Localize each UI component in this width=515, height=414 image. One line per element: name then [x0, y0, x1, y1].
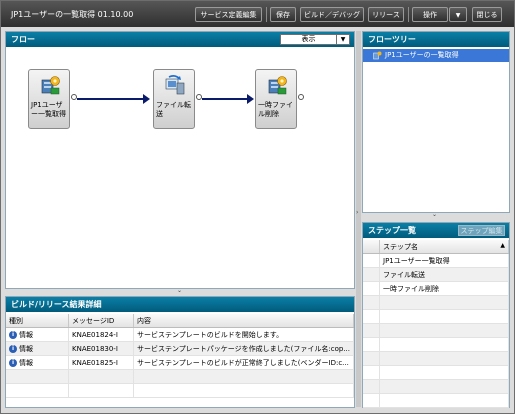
arrow-right-icon: [143, 94, 150, 104]
row-marker: [363, 253, 380, 268]
title-bar: JP1ユーザーの一覧取得 01.10.00 サービス定義編集 保存 ビルド／デバ…: [1, 1, 514, 27]
step-list-header: ステップ一覧 ステップ編集: [363, 223, 509, 238]
message-id-cell: KNAE01830-I: [68, 341, 134, 356]
column-header-type[interactable]: 種別: [6, 314, 69, 328]
service-definition-edit-button[interactable]: サービス定義編集: [195, 7, 262, 22]
column-header-content[interactable]: 内容: [133, 314, 354, 328]
operation-dropdown-icon[interactable]: ▼: [449, 7, 467, 22]
vertical-splitter[interactable]: ›: [356, 31, 361, 407]
release-button[interactable]: リリース: [368, 7, 404, 22]
table-row[interactable]: i 情報 KNAE01824-I サービステンプレートのビルドを開始します。: [6, 327, 354, 342]
type-label: 情報: [19, 358, 33, 367]
sort-ascending-icon[interactable]: ▲: [500, 242, 505, 249]
column-header-label: ステップ名: [383, 242, 418, 251]
flow-panel-title: フロー: [11, 35, 35, 44]
tree-item-label: JP1ユーザーの一覧取得: [385, 51, 459, 59]
empty-row: [6, 383, 354, 398]
flow-connector: [77, 98, 145, 100]
server-gear-icon: [41, 76, 60, 95]
type-label: 情報: [19, 330, 33, 339]
message-id-cell: KNAE01825-I: [68, 355, 134, 370]
flow-tree-header: フローツリー: [363, 32, 509, 47]
table-row[interactable]: i 情報 KNAE01830-I サービステンプレートパッケージを作成しました(フ…: [6, 341, 354, 356]
step-edit-button[interactable]: ステップ編集: [458, 225, 505, 236]
row-marker-header: [363, 240, 380, 254]
tree-item-jp1-user-list[interactable]: JP1ユーザーの一覧取得: [363, 49, 509, 62]
flow-tree-panel: フローツリー JP1ユーザーの一覧取得: [362, 31, 510, 213]
info-icon: i: [9, 344, 17, 353]
build-result-title: ビルド/リリース結果詳細: [11, 300, 102, 309]
empty-row: [363, 379, 509, 394]
flow-node-file-transfer[interactable]: ファイル転送: [153, 69, 195, 129]
empty-row: [363, 365, 509, 380]
flow-tree-title: フローツリー: [368, 35, 416, 44]
table-header-row: ステップ名 ▲: [363, 240, 509, 254]
flow-node-label: JP1ユーザー一覧取得: [31, 101, 66, 118]
content-cell: サービステンプレートパッケージを作成しました(ファイル名:cop...: [133, 341, 354, 356]
view-combo-label: 表示: [301, 35, 316, 43]
toolbar-separator: [266, 7, 267, 22]
build-result-header: ビルド/リリース結果詳細: [6, 297, 354, 312]
step-name-cell: 一時ファイル削除: [379, 281, 509, 296]
column-header-message-id[interactable]: メッセージID: [68, 314, 134, 328]
table-row[interactable]: i 情報 KNAE01825-I サービステンプレートのビルドが正常終了しました(…: [6, 355, 354, 370]
type-label: 情報: [19, 344, 33, 353]
row-marker: [363, 281, 380, 296]
table-row[interactable]: ファイル転送: [363, 267, 509, 282]
collapse-down-icon[interactable]: ⌄: [432, 211, 437, 218]
chevron-down-icon[interactable]: ▼: [336, 35, 349, 44]
flow-panel: フロー 表示 ▼ JP1ユーザー一覧取得 ファイル転送 一時ファイル削除: [5, 31, 355, 289]
content-cell: サービステンプレートのビルドを開始します。: [133, 327, 354, 342]
editor-window: JP1ユーザーの一覧取得 01.10.00 サービス定義編集 保存 ビルド／デバ…: [0, 0, 515, 414]
flow-panel-header: フロー 表示 ▼: [6, 32, 354, 47]
type-cell: i 情報: [6, 355, 69, 370]
step-list-panel: ステップ一覧 ステップ編集 ステップ名 ▲ JP1ユーザー一覧取得 ファイル転送…: [362, 222, 510, 408]
output-port-icon[interactable]: [298, 94, 304, 100]
type-cell: i 情報: [6, 327, 69, 342]
empty-row: [363, 351, 509, 366]
flow-connector: [202, 98, 249, 100]
step-name-cell: JP1ユーザー一覧取得: [379, 253, 509, 268]
collapse-down-icon[interactable]: ⌄: [177, 287, 182, 294]
empty-row: [363, 393, 509, 408]
row-marker: [363, 267, 380, 282]
flow-node-label: ファイル転送: [156, 101, 191, 118]
info-icon: i: [9, 358, 17, 367]
window-title: JP1ユーザーの一覧取得 01.10.00: [11, 10, 134, 19]
table-row[interactable]: 一時ファイル削除: [363, 281, 509, 296]
empty-row: [363, 323, 509, 338]
collapse-right-icon[interactable]: ›: [356, 209, 358, 216]
view-combo[interactable]: 表示 ▼: [280, 34, 350, 45]
build-result-table: 種別 メッセージID 内容 i 情報 KNAE01824-I サービステンプレート…: [6, 314, 354, 398]
arrow-right-icon: [247, 94, 254, 104]
save-button[interactable]: 保存: [270, 7, 296, 22]
build-debug-button[interactable]: ビルド／デバッグ: [300, 7, 364, 22]
server-gear-icon: [268, 76, 287, 95]
step-name-cell: ファイル転送: [379, 267, 509, 282]
empty-row: [6, 369, 354, 384]
step-table: ステップ名 ▲ JP1ユーザー一覧取得 ファイル転送 一時ファイル削除: [363, 240, 509, 408]
build-result-panel: ビルド/リリース結果詳細 種別 メッセージID 内容 i 情報 KNAE01824…: [5, 296, 355, 408]
file-transfer-icon: [165, 75, 185, 95]
flow-node-jp1-user-list[interactable]: JP1ユーザー一覧取得: [28, 69, 70, 129]
type-cell: i 情報: [6, 341, 69, 356]
flow-tree-icon: [373, 51, 382, 60]
info-icon: i: [9, 330, 17, 339]
table-row[interactable]: JP1ユーザー一覧取得: [363, 253, 509, 268]
table-header-row: 種別 メッセージID 内容: [6, 314, 354, 328]
empty-row: [363, 309, 509, 324]
content-cell: サービステンプレートのビルドが正常終了しました(ベンダーID:c...: [133, 355, 354, 370]
empty-row: [363, 337, 509, 352]
flow-node-temp-file-delete[interactable]: 一時ファイル削除: [255, 69, 297, 129]
close-button[interactable]: 閉じる: [472, 7, 502, 22]
step-list-title: ステップ一覧: [368, 226, 416, 235]
message-id-cell: KNAE01824-I: [68, 327, 134, 342]
toolbar-separator: [408, 7, 409, 22]
operation-button[interactable]: 操作: [412, 7, 448, 22]
flow-node-label: 一時ファイル削除: [258, 101, 293, 118]
column-header-step-name[interactable]: ステップ名 ▲: [379, 240, 509, 254]
empty-row: [363, 295, 509, 310]
